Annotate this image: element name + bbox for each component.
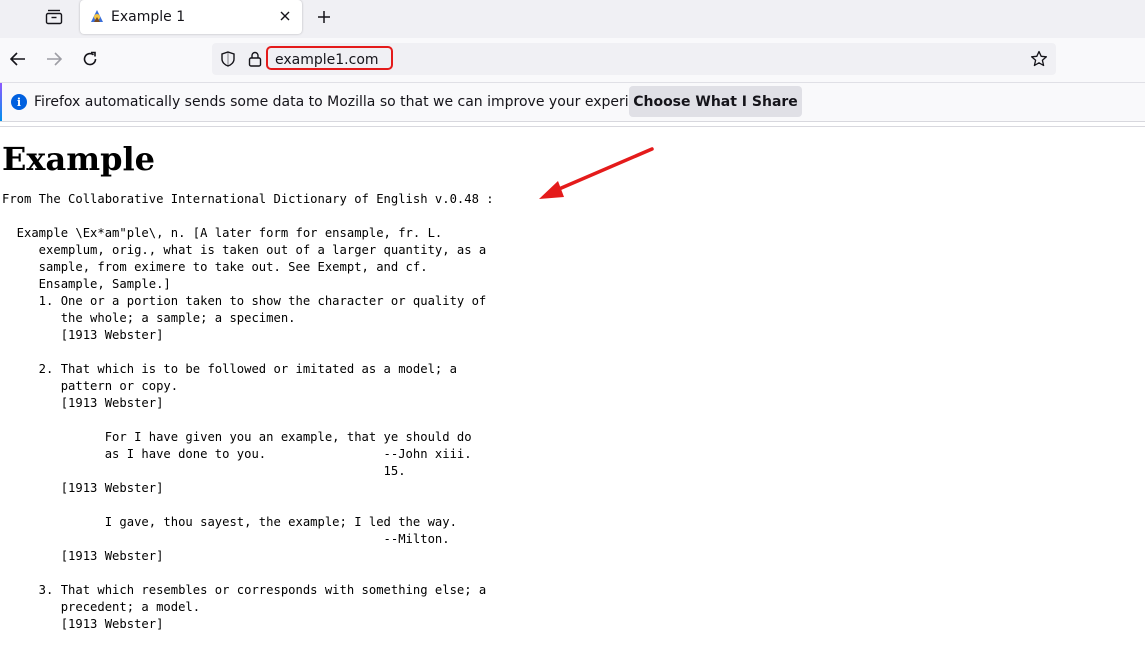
reload-button[interactable] <box>79 48 101 70</box>
red-arrow-icon <box>539 147 654 199</box>
navigation-toolbar: example1.com <box>0 38 1145 83</box>
tab-title: Example 1 <box>111 9 186 25</box>
dictionary-definition: From The Collaborative International Dic… <box>2 192 494 631</box>
forward-button[interactable] <box>43 48 65 70</box>
tab-manager-icon[interactable] <box>42 6 66 28</box>
star-icon[interactable] <box>1030 50 1048 68</box>
tab-strip: Example 1 <box>0 0 1145 38</box>
url-bar[interactable]: example1.com <box>212 43 1056 75</box>
choose-what-i-share-button[interactable]: Choose What I Share <box>629 86 802 117</box>
lock-icon[interactable] <box>248 51 262 67</box>
shield-icon[interactable] <box>220 51 236 67</box>
close-icon[interactable] <box>278 9 292 23</box>
tab-example-1[interactable]: Example 1 <box>80 0 302 34</box>
divider <box>0 126 1145 127</box>
forward-arrow-icon <box>47 52 62 66</box>
plus-icon <box>318 11 330 23</box>
reload-icon <box>83 51 97 66</box>
url-text[interactable]: example1.com <box>266 46 393 70</box>
info-icon: i <box>11 94 27 110</box>
favicon-icon <box>89 8 105 24</box>
notification-accent <box>0 83 2 121</box>
back-arrow-icon <box>10 52 25 66</box>
back-button[interactable] <box>7 48 29 70</box>
data-notification-bar: i Firefox automatically sends some data … <box>0 83 1145 122</box>
new-tab-button[interactable] <box>313 6 335 28</box>
notification-text: Firefox automatically sends some data to… <box>34 94 667 110</box>
